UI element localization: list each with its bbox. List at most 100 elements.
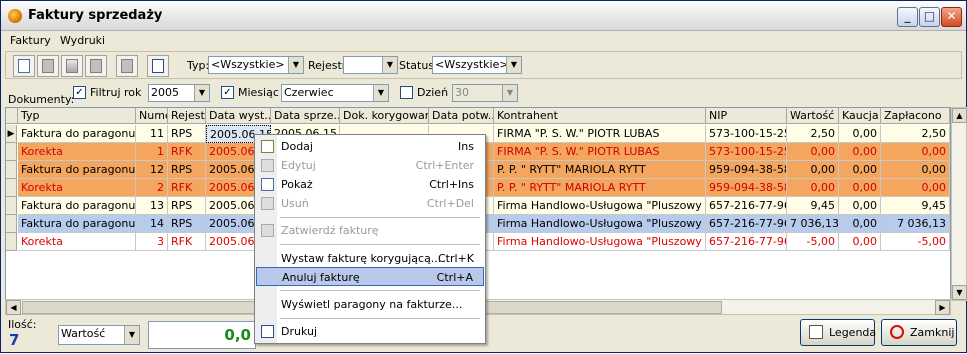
context-item-edytuj[interactable]: Edytuj Ctrl+Enter xyxy=(256,156,484,175)
column-header[interactable]: Data sprze... xyxy=(271,108,340,124)
approve-icon xyxy=(261,224,274,237)
cell-kaucja: 0,00 xyxy=(839,233,881,251)
row-marker-header xyxy=(6,108,18,124)
rok-value: 2005 xyxy=(151,86,179,99)
vertical-scrollbar[interactable]: ▲ ▼ xyxy=(951,107,967,301)
rejestr-select[interactable]: ▼ xyxy=(343,56,398,74)
cell-kontrahent: P. P. " RYTT" MARIOLA RYTT xyxy=(494,161,706,179)
scroll-down-button[interactable]: ▼ xyxy=(952,285,967,300)
typ-select[interactable]: <Wszystkie> ▼ xyxy=(208,56,304,74)
minimize-button[interactable]: _ xyxy=(897,7,918,27)
scroll-up-button[interactable]: ▲ xyxy=(952,108,967,123)
sum-field-select[interactable]: Wartość ▼ xyxy=(58,325,140,345)
context-item-shortcut: Ctrl+K xyxy=(437,252,474,265)
cell-kontrahent: Firma Handlowo-Usługowa "Pluszowy Miś" xyxy=(494,197,706,215)
cell-rejestr: RPS xyxy=(168,125,206,143)
context-item-shortcut: Ctrl+A xyxy=(436,271,473,284)
cell-zaplacono: -5,00 xyxy=(881,233,950,251)
dokumenty-label: Dokumenty: xyxy=(8,93,75,106)
context-item-label: Wyświetl paragony na fakturze... xyxy=(281,298,463,311)
cell-zaplacono: 0,00 xyxy=(881,143,950,161)
column-header[interactable]: Kontrahent xyxy=(494,108,706,124)
context-item-wyswietl-paragony[interactable]: Wyświetl paragony na fakturze... xyxy=(256,295,484,314)
cell-numer: 1 xyxy=(136,143,168,161)
find-button[interactable] xyxy=(13,55,35,77)
context-separator xyxy=(280,217,480,218)
filtruj-rok-checkbox[interactable]: ✓ xyxy=(73,86,86,99)
dzien-select[interactable]: 30 ▼ xyxy=(452,84,518,102)
maximize-button[interactable]: □ xyxy=(919,7,940,27)
add-icon xyxy=(66,59,78,73)
zamknij-button[interactable]: Zamknij xyxy=(881,319,957,346)
scroll-right-button[interactable]: ▶ xyxy=(935,300,950,315)
column-header[interactable]: Data potw... xyxy=(429,108,494,124)
column-header[interactable]: Typ xyxy=(18,108,136,124)
cell-typ: Korekta xyxy=(18,233,136,251)
cell-rejestr: RFK xyxy=(168,179,206,197)
print-button[interactable] xyxy=(147,55,169,77)
app-icon xyxy=(8,9,22,23)
column-header[interactable]: Numer xyxy=(136,108,168,124)
context-item-pokaz[interactable]: Pokaż Ctrl+Ins xyxy=(256,175,484,194)
context-item-label: Zatwierdź fakturę xyxy=(281,224,379,237)
context-item-wystaw-korygujaca[interactable]: Wystaw fakturę korygującą... Ctrl+K xyxy=(256,249,484,268)
approve-button[interactable] xyxy=(116,55,138,77)
edit-icon xyxy=(42,59,54,73)
menu-wydruki[interactable]: Wydruki xyxy=(60,34,105,47)
cell-wartosc: 0,00 xyxy=(787,143,839,161)
context-item-label: Pokaż xyxy=(281,178,313,191)
context-item-anuluj[interactable]: Anuluj fakturę Ctrl+A xyxy=(256,267,484,286)
dzien-checkbox[interactable] xyxy=(400,86,413,99)
status-value: <Wszystkie> xyxy=(435,58,509,71)
legenda-button[interactable]: Legenda xyxy=(800,319,876,346)
cell-wartosc: 9,45 xyxy=(787,197,839,215)
cell-rejestr: RPS xyxy=(168,197,206,215)
status-select[interactable]: <Wszystkie> ▼ xyxy=(432,56,522,74)
context-item-label: Drukuj xyxy=(281,325,318,338)
context-item-dodaj[interactable]: Dodaj Ins xyxy=(256,137,484,156)
column-header[interactable]: Kaucja xyxy=(839,108,881,124)
cell-kaucja: 0,00 xyxy=(839,179,881,197)
cell-wartosc: 2,50 xyxy=(787,125,839,143)
context-item-shortcut: Ctrl+Ins xyxy=(429,178,474,191)
cell-wartosc: 0,00 xyxy=(787,161,839,179)
cell-typ: Faktura do paragonu xyxy=(18,125,136,143)
printer-icon xyxy=(261,325,274,338)
chevron-down-icon: ▼ xyxy=(194,85,209,101)
column-header[interactable]: Zapłacono xyxy=(881,108,950,124)
miesiac-select[interactable]: Czerwiec ▼ xyxy=(281,84,389,102)
context-item-zatwierdz[interactable]: Zatwierdź fakturę xyxy=(256,221,484,240)
cell-nip: 959-094-38-58 xyxy=(706,179,787,197)
miesiac-checkbox[interactable]: ✓ xyxy=(221,86,234,99)
row-marker xyxy=(6,143,17,161)
ilosc-label: Ilość: xyxy=(8,318,37,331)
context-item-drukuj[interactable]: Drukuj xyxy=(256,322,484,341)
cell-kontrahent: FIRMA "P. S. W." PIOTR LUBAS xyxy=(494,125,706,143)
cell-rejestr: RFK xyxy=(168,143,206,161)
column-header[interactable]: Rejestr xyxy=(168,108,206,124)
row-marker xyxy=(6,233,17,251)
row-marker xyxy=(6,197,17,215)
column-header[interactable]: Dok. korygowany xyxy=(340,108,429,124)
close-button[interactable]: ✕ xyxy=(941,7,962,27)
add-button[interactable] xyxy=(61,55,83,77)
ilosc-value: 7 xyxy=(9,331,20,349)
delete-button[interactable] xyxy=(85,55,107,77)
column-header[interactable]: Wartość xyxy=(787,108,839,124)
cell-nip: 657-216-77-96 xyxy=(706,215,787,233)
cell-numer: 2 xyxy=(136,179,168,197)
search-icon xyxy=(18,59,30,73)
rok-select[interactable]: 2005 ▼ xyxy=(148,84,210,102)
column-header[interactable]: NIP xyxy=(706,108,787,124)
power-icon xyxy=(890,325,904,339)
edit-button[interactable] xyxy=(37,55,59,77)
cell-wartosc: 7 036,13 xyxy=(787,215,839,233)
cell-typ: Faktura do paragonu xyxy=(18,197,136,215)
context-item-usun[interactable]: Usuń Ctrl+Del xyxy=(256,194,484,213)
menu-faktury[interactable]: Faktury xyxy=(10,34,51,47)
column-header[interactable]: Data wyst... xyxy=(206,108,271,124)
scroll-left-button[interactable]: ◀ xyxy=(6,300,21,315)
cell-nip: 959-094-38-58 xyxy=(706,161,787,179)
dzien-value: 30 xyxy=(455,86,469,99)
context-item-label: Edytuj xyxy=(281,159,316,172)
